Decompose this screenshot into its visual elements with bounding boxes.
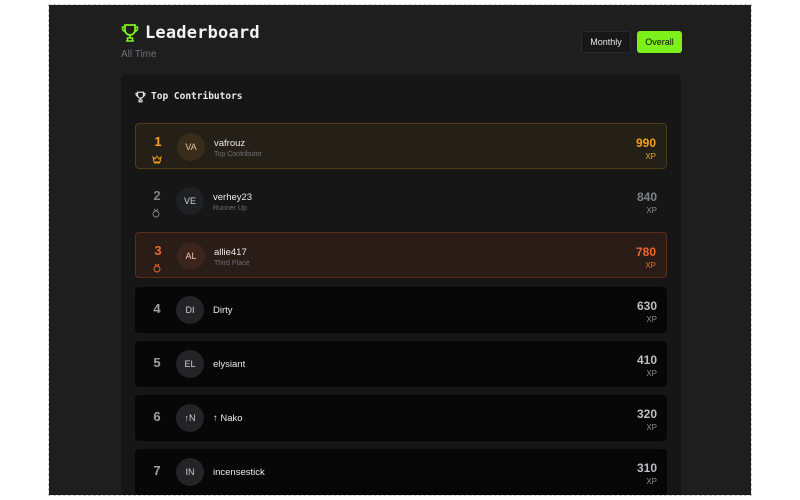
username: Dirty	[213, 305, 233, 316]
xp-value: 780	[635, 245, 656, 259]
xp-unit: XP	[646, 315, 657, 324]
username: vafrouz	[214, 138, 246, 149]
page-subtitle: All Time	[121, 49, 157, 60]
leaderboard-row-2[interactable]: 2 VE verhey23 Runner Up 840 XP	[135, 178, 667, 224]
user-role: Runner Up	[213, 205, 247, 212]
avatar: VE	[176, 187, 204, 215]
xp-value: 840	[636, 190, 657, 204]
period-toggle: Monthly Overall	[581, 31, 682, 53]
leaderboard-card: Top Contributors 1 VA vafrouz Top Contri…	[121, 74, 681, 495]
avatar: VA	[177, 133, 205, 161]
leaderboard-row-5[interactable]: 5 EL elysiant 410 XP	[135, 341, 667, 387]
xp-value: 990	[635, 136, 656, 150]
rank-number: 1	[154, 134, 162, 149]
trophy-icon	[121, 23, 139, 43]
rank-number: 3	[154, 243, 162, 258]
monthly-button[interactable]: Monthly	[581, 31, 631, 53]
xp-value: 320	[636, 407, 657, 421]
leaderboard-row-4[interactable]: 4 DI Dirty 630 XP	[135, 287, 667, 333]
card-title: Top Contributors	[151, 90, 243, 102]
xp-unit: XP	[646, 423, 657, 432]
xp-value: 410	[636, 353, 657, 367]
xp-unit: XP	[646, 477, 657, 486]
avatar: AL	[177, 242, 205, 270]
xp-value: 310	[636, 461, 657, 475]
title-row: Leaderboard	[121, 23, 260, 43]
user-role: Third Place	[214, 260, 250, 267]
xp-unit: XP	[645, 152, 656, 161]
xp-unit: XP	[645, 261, 656, 270]
user-role: Top Contributor	[214, 151, 262, 158]
leaderboard-row-6[interactable]: 6 ↑N ↑ Nako 320 XP	[135, 395, 667, 441]
avatar: ↑N	[176, 404, 204, 432]
page-header: Leaderboard All Time	[121, 23, 260, 60]
avatar: IN	[176, 458, 204, 486]
username: ↑ Nako	[213, 413, 243, 424]
crown-icon	[152, 151, 162, 164]
rank-number: 5	[153, 355, 161, 370]
xp-value: 630	[636, 299, 657, 313]
medal-icon	[151, 205, 161, 218]
xp-unit: XP	[646, 369, 657, 378]
leaderboard-row-1[interactable]: 1 VA vafrouz Top Contributor 990 XP	[135, 123, 667, 169]
medal-icon	[152, 260, 162, 273]
leaderboard-row-7[interactable]: 7 IN incensestick 310 XP	[135, 449, 667, 495]
rank-number: 2	[153, 188, 161, 203]
xp-unit: XP	[646, 206, 657, 215]
card-header: Top Contributors	[135, 90, 243, 103]
rank-number: 4	[153, 301, 161, 316]
avatar: EL	[176, 350, 204, 378]
username: allie417	[214, 247, 247, 258]
overall-button[interactable]: Overall	[637, 31, 682, 53]
username: verhey23	[213, 192, 253, 203]
username: incensestick	[213, 467, 265, 478]
rank-number: 7	[153, 463, 161, 478]
trophy-icon	[135, 90, 146, 103]
rank-number: 6	[153, 409, 161, 424]
leaderboard-row-3[interactable]: 3 AL allie417 Third Place 780 XP	[135, 232, 667, 278]
app-frame: Leaderboard All Time Monthly Overall Top…	[48, 4, 752, 496]
avatar: DI	[176, 296, 204, 324]
username: elysiant	[213, 359, 246, 370]
page-title: Leaderboard	[145, 23, 260, 43]
